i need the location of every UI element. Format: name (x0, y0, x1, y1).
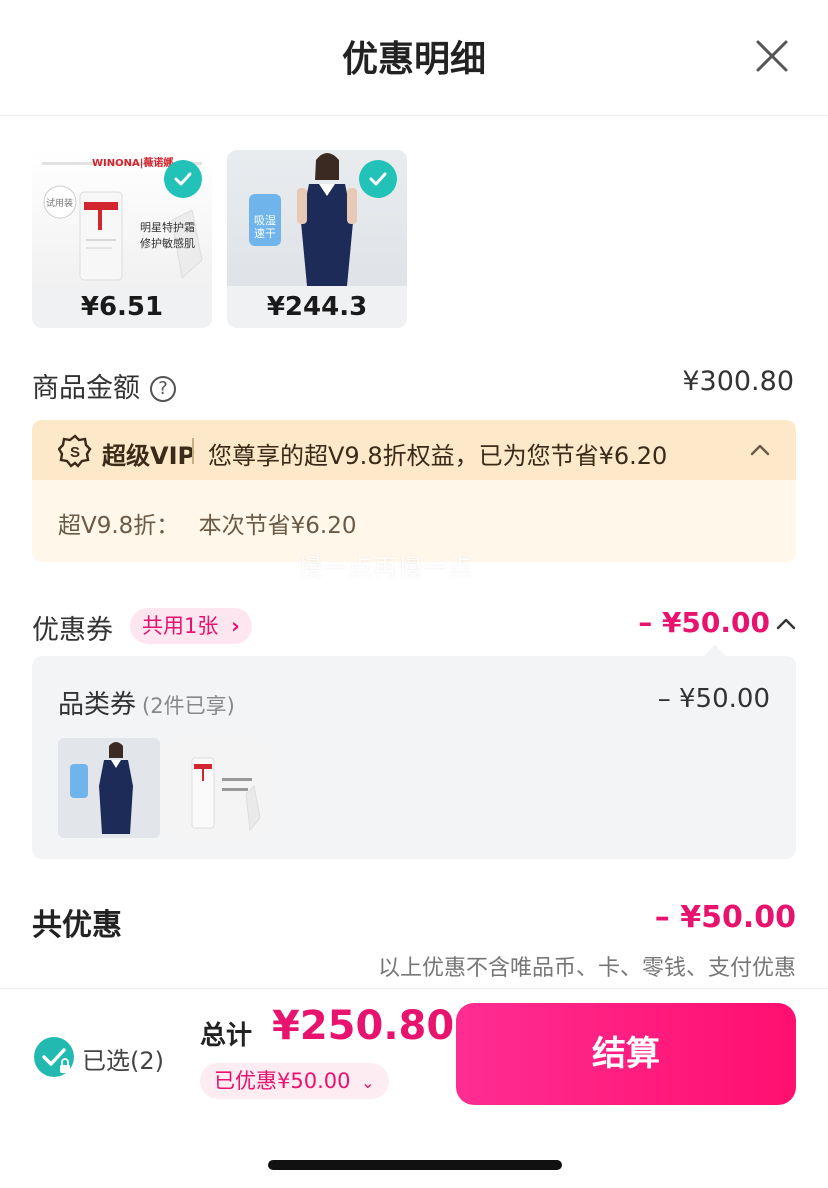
sheet-title: 优惠明细 (341, 39, 486, 80)
saved-amount-label: 已优惠¥50.00 (214, 1069, 351, 1093)
vip-badge-icon: S (58, 434, 92, 468)
category-coupon-sub: (2件已享) (142, 694, 235, 718)
product-card[interactable]: WINONA|薇诺娜 试用装 明星特护霜 修护敏感肌 ¥6.51 (32, 150, 212, 328)
checkout-bar: 已选(2) 总计 ¥250.80 已优惠¥50.00 ⌄ 结算 (0, 988, 828, 1188)
discount-detail-sheet: 优惠明细 WINONA|薇诺娜 试用装 明星特护霜 修护敏感肌 ¥6.51 吸湿… (0, 0, 828, 1188)
coupon-label: 优惠券 (32, 615, 113, 646)
total-value: ¥250.80 (272, 1003, 455, 1049)
help-icon[interactable]: ? (150, 376, 176, 402)
coupon-product-thumb-dress (58, 738, 160, 838)
chevron-up-icon[interactable] (774, 612, 798, 636)
check-lock-icon (42, 1048, 70, 1073)
total-discount-label: 共优惠 (32, 908, 122, 943)
vip-detail-label: 超V9.8折： (58, 513, 180, 539)
vip-divider (192, 438, 194, 464)
checkout-button[interactable]: 结算 (456, 1003, 796, 1105)
goods-amount-value: ¥300.80 (682, 366, 794, 397)
selected-count: 已选(2) (82, 1047, 164, 1075)
vip-name: 超级VIP (102, 442, 196, 470)
total-discount-value: – ¥50.00 (654, 900, 796, 935)
total-label: 总计 (200, 1021, 253, 1051)
close-icon[interactable] (752, 36, 792, 76)
goods-amount-label: 商品金额 (32, 373, 140, 404)
promo-line1: 吸湿 (254, 214, 276, 227)
coupon-count-chip[interactable]: 共用1张 › (130, 608, 252, 644)
coupon-value: – ¥50.00 (638, 606, 770, 639)
promo-line2: 速干 (254, 227, 276, 240)
category-coupon-label: 品类券 (58, 690, 137, 720)
sheet-header: 优惠明细 (0, 0, 828, 116)
product-tag: 试用装 (46, 199, 74, 209)
vip-header[interactable]: S 超级VIP 您尊享的超V9.8折权益，已为您节省¥6.20 (32, 420, 796, 480)
vip-benefit-text: 您尊享的超V9.8折权益，已为您节省¥6.20 (208, 442, 668, 470)
total-discount-note: 以上优惠不含唯品币、卡、零钱、支付优惠 (377, 956, 796, 981)
chevron-down-icon: ⌄ (361, 1073, 375, 1092)
selected-check-icon[interactable] (164, 160, 202, 198)
product-card[interactable]: 吸湿 速干 ¥244.3 (227, 150, 407, 328)
chevron-up-icon[interactable] (748, 438, 772, 462)
promo-line2: 修护敏感肌 (140, 237, 195, 250)
svg-text:S: S (70, 444, 80, 461)
product-price: ¥244.3 (227, 286, 407, 328)
goods-amount-row: 商品金额? (32, 366, 176, 405)
promo-line1: 明星特护霜 (140, 221, 195, 234)
promo-badge: 吸湿 速干 (249, 194, 281, 246)
vip-detail: 超V9.8折： 本次节省¥6.20 (58, 506, 356, 540)
cream-thumb-graphic (166, 738, 268, 838)
watermark-text: 慢一点再慢一点 (298, 554, 473, 582)
category-coupon-row: 品类券 (2件已享) (58, 684, 235, 721)
category-coupon-value: – ¥50.00 (657, 684, 770, 714)
home-indicator (268, 1160, 562, 1170)
product-price: ¥6.51 (32, 286, 212, 328)
dress-thumb-graphic (58, 738, 160, 838)
vip-detail-value: 本次节省¥6.20 (198, 513, 357, 539)
saved-amount-chip[interactable]: 已优惠¥50.00 ⌄ (200, 1063, 389, 1099)
brand-logo: WINONA|薇诺娜 (92, 158, 174, 169)
vip-panel: S 超级VIP 您尊享的超V9.8折权益，已为您节省¥6.20 超V9.8折： … (32, 420, 796, 562)
coupon-detail-panel: 品类券 (2件已享) – ¥50.00 (32, 656, 796, 859)
coupon-product-thumb-cream (166, 738, 268, 838)
chevron-right-icon: › (231, 614, 240, 638)
promo-line: 明星特护霜 修护敏感肌 (140, 220, 195, 252)
select-all-checkbox[interactable] (34, 1037, 74, 1077)
coupon-chip-label: 共用1张 (142, 614, 219, 638)
selected-check-icon[interactable] (359, 160, 397, 198)
